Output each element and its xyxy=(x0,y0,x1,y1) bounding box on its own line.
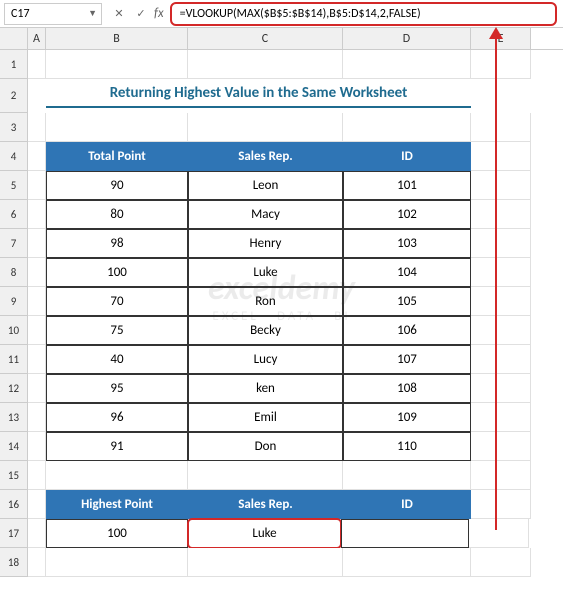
col-header-C[interactable]: C xyxy=(188,28,343,49)
col-header-D[interactable]: D xyxy=(343,28,471,49)
table-cell[interactable]: Macy xyxy=(188,200,343,229)
table-cell[interactable]: Henry xyxy=(188,229,343,258)
row-header[interactable]: 5 xyxy=(0,171,28,200)
page-title: Returning Highest Value in the Same Work… xyxy=(46,84,471,108)
row-header[interactable]: 2 xyxy=(0,79,28,113)
table-cell[interactable]: ken xyxy=(188,374,343,403)
row-header[interactable]: 4 xyxy=(0,142,28,171)
row-header[interactable]: 10 xyxy=(0,316,28,345)
row-header[interactable]: 3 xyxy=(0,113,28,142)
table-cell[interactable]: 70 xyxy=(46,287,188,316)
row-header[interactable]: 7 xyxy=(0,229,28,258)
table-cell[interactable]: 100 xyxy=(46,258,188,287)
table-cell[interactable]: 107 xyxy=(343,345,471,374)
row-header[interactable]: 12 xyxy=(0,374,28,403)
result-header[interactable]: Sales Rep. xyxy=(188,490,343,519)
table-header[interactable]: Total Point xyxy=(46,142,188,171)
table-cell[interactable]: 106 xyxy=(343,316,471,345)
formula-text: =VLOOKUP(MAX($B$5:$B$14),B$5:D$14,2,FALS… xyxy=(180,7,421,21)
formula-bar: C17 ▼ ✕ ✓ fx =VLOOKUP(MAX($B$5:$B$14),B$… xyxy=(0,0,563,28)
fx-icon[interactable]: fx xyxy=(154,6,164,21)
table-header[interactable]: ID xyxy=(343,142,471,171)
formula-input[interactable]: =VLOOKUP(MAX($B$5:$B$14),B$5:D$14,2,FALS… xyxy=(170,2,557,26)
table-cell[interactable]: 75 xyxy=(46,316,188,345)
table-cell[interactable]: Leon xyxy=(188,171,343,200)
annotation-arrow-line xyxy=(495,30,498,530)
table-cell[interactable]: Emil xyxy=(188,403,343,432)
spreadsheet-grid: A B C D E 1 2 Returning Highest Value in… xyxy=(0,28,563,577)
table-cell[interactable]: Lucy xyxy=(188,345,343,374)
table-cell[interactable]: 104 xyxy=(343,258,471,287)
row-header[interactable]: 11 xyxy=(0,345,28,374)
row-header[interactable]: 8 xyxy=(0,258,28,287)
table-cell[interactable]: 96 xyxy=(46,403,188,432)
table-cell[interactable]: 105 xyxy=(343,287,471,316)
table-cell[interactable]: Don xyxy=(188,432,343,461)
table-cell[interactable]: 80 xyxy=(46,200,188,229)
row-header[interactable]: 14 xyxy=(0,432,28,461)
table-cell[interactable]: 103 xyxy=(343,229,471,258)
row-header[interactable]: 16 xyxy=(0,490,28,519)
table-cell[interactable]: 40 xyxy=(46,345,188,374)
table-cell[interactable]: Becky xyxy=(188,316,343,345)
accept-formula-icon[interactable]: ✓ xyxy=(132,5,150,23)
row-header[interactable]: 18 xyxy=(0,548,28,577)
table-cell[interactable]: 91 xyxy=(46,432,188,461)
row-header[interactable]: 17 xyxy=(0,519,28,548)
table-cell[interactable]: 109 xyxy=(343,403,471,432)
table-cell[interactable]: 95 xyxy=(46,374,188,403)
chevron-down-icon[interactable]: ▼ xyxy=(88,8,97,19)
table-header[interactable]: Sales Rep. xyxy=(188,142,343,171)
result-header[interactable]: ID xyxy=(343,490,471,519)
name-box-value: C17 xyxy=(11,7,30,21)
result-header[interactable]: Highest Point xyxy=(46,490,188,519)
table-cell[interactable]: 90 xyxy=(46,171,188,200)
table-cell[interactable]: 110 xyxy=(343,432,471,461)
table-cell[interactable]: 102 xyxy=(343,200,471,229)
annotation-arrow-head-icon xyxy=(489,27,503,39)
row-header[interactable]: 15 xyxy=(0,461,28,490)
table-cell[interactable]: Ron xyxy=(188,287,343,316)
result-cell[interactable]: 100 xyxy=(46,519,188,548)
result-cell[interactable] xyxy=(341,519,469,548)
row-header[interactable]: 9 xyxy=(0,287,28,316)
row-header[interactable]: 1 xyxy=(0,50,28,79)
table-cell[interactable]: 101 xyxy=(343,171,471,200)
row-header[interactable]: 13 xyxy=(0,403,28,432)
table-cell[interactable]: 108 xyxy=(343,374,471,403)
result-cell-highlighted[interactable]: Luke xyxy=(187,518,342,549)
table-cell[interactable]: 98 xyxy=(46,229,188,258)
col-header-A[interactable]: A xyxy=(28,28,46,49)
cancel-formula-icon[interactable]: ✕ xyxy=(110,5,128,23)
select-all[interactable] xyxy=(0,28,28,49)
name-box[interactable]: C17 ▼ xyxy=(4,3,102,25)
table-cell[interactable]: Luke xyxy=(188,258,343,287)
col-header-B[interactable]: B xyxy=(46,28,188,49)
column-headers: A B C D E xyxy=(0,28,563,50)
row-header[interactable]: 6 xyxy=(0,200,28,229)
